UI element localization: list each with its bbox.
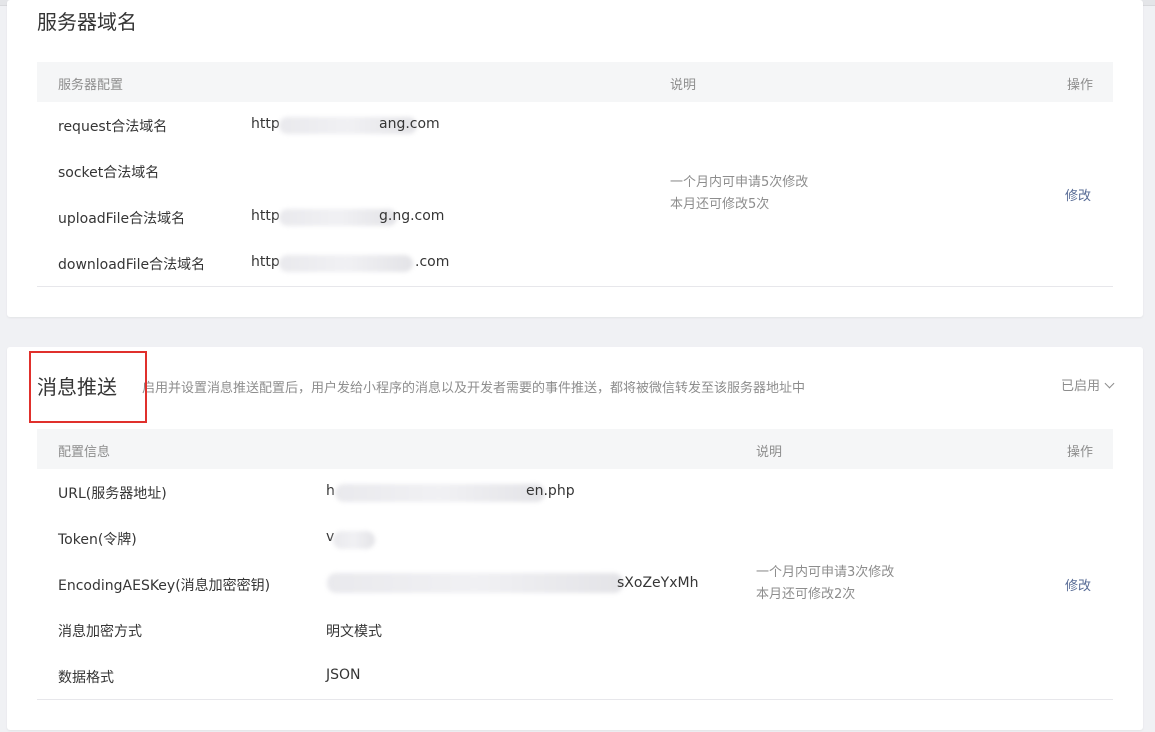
- message-push-modify-link[interactable]: 修改: [1065, 575, 1091, 594]
- message-push-title: 消息推送: [37, 375, 117, 399]
- note-line-2: 本月还可修改2次: [756, 587, 856, 602]
- redacted-blur: [335, 484, 545, 502]
- redacted-blur: [279, 255, 413, 272]
- push-status-dropdown[interactable]: 已启用: [1060, 375, 1115, 394]
- row-label-data-format: 数据格式: [58, 670, 114, 686]
- row-value-request: http: [251, 116, 280, 132]
- redacted-blur: [327, 573, 623, 593]
- server-domain-note: 一个月内可申请5次修改 本月还可修改5次: [670, 172, 808, 216]
- table-bottom-divider: [37, 699, 1113, 700]
- redacted-blur: [333, 531, 375, 549]
- server-domain-card: 服务器域名 服务器配置 说明 操作 request合法域名 http ang.c…: [7, 0, 1143, 317]
- row-value-upload: http: [251, 208, 280, 224]
- header-action: 操作: [1066, 445, 1093, 460]
- row-label-aeskey: EncodingAESKey(消息加密密钥): [58, 578, 271, 594]
- row-value-request-suffix: ang.com: [379, 116, 440, 132]
- server-domain-modify-link[interactable]: 修改: [1065, 185, 1091, 204]
- note-line-1: 一个月内可申请5次修改: [670, 175, 809, 190]
- row-value-data-format: JSON: [326, 667, 361, 683]
- row-value-download: http: [251, 254, 280, 270]
- table-bottom-divider: [37, 286, 1113, 287]
- row-label-url: URL(服务器地址): [58, 486, 167, 502]
- message-push-table-header: 配置信息 说明 操作: [37, 429, 1113, 469]
- message-push-note: 一个月内可申请3次修改 本月还可修改2次: [756, 562, 894, 606]
- header-note: 说明: [756, 445, 783, 460]
- server-domain-title: 服务器域名: [37, 10, 137, 34]
- message-push-card: 消息推送 启用并设置消息推送配置后，用户发给小程序的消息以及开发者需要的事件推送…: [7, 347, 1143, 730]
- message-push-description: 启用并设置消息推送配置后，用户发给小程序的消息以及开发者需要的事件推送，都将被微…: [142, 381, 806, 396]
- header-note: 说明: [670, 78, 697, 93]
- row-label-download: downloadFile合法域名: [58, 257, 206, 273]
- row-label-token: Token(令牌): [58, 532, 137, 548]
- header-config: 配置信息: [58, 445, 111, 460]
- chevron-down-icon: [1104, 378, 1115, 389]
- row-value-url-suffix: en.php: [526, 483, 575, 499]
- header-config: 服务器配置: [58, 78, 124, 93]
- row-label-encrypt-mode: 消息加密方式: [58, 624, 142, 640]
- header-action: 操作: [1066, 78, 1093, 93]
- row-value-upload-suffix: g.ng.com: [379, 208, 445, 224]
- row-value-download-suffix: .com: [415, 254, 450, 270]
- row-label-socket: socket合法域名: [58, 165, 160, 181]
- row-value-url-prefix: h: [326, 483, 335, 499]
- row-value-encrypt-mode: 明文模式: [326, 624, 382, 640]
- status-label: 已启用: [1060, 379, 1100, 394]
- note-line-2: 本月还可修改5次: [670, 197, 770, 212]
- note-line-1: 一个月内可申请3次修改: [756, 565, 895, 580]
- row-label-request: request合法域名: [58, 119, 168, 135]
- row-value-aeskey-suffix: sXoZeYxMh: [617, 575, 699, 591]
- row-label-upload: uploadFile合法域名: [58, 211, 186, 227]
- value-prefix: http: [251, 116, 280, 132]
- server-domain-table-header: 服务器配置 说明 操作: [37, 62, 1113, 102]
